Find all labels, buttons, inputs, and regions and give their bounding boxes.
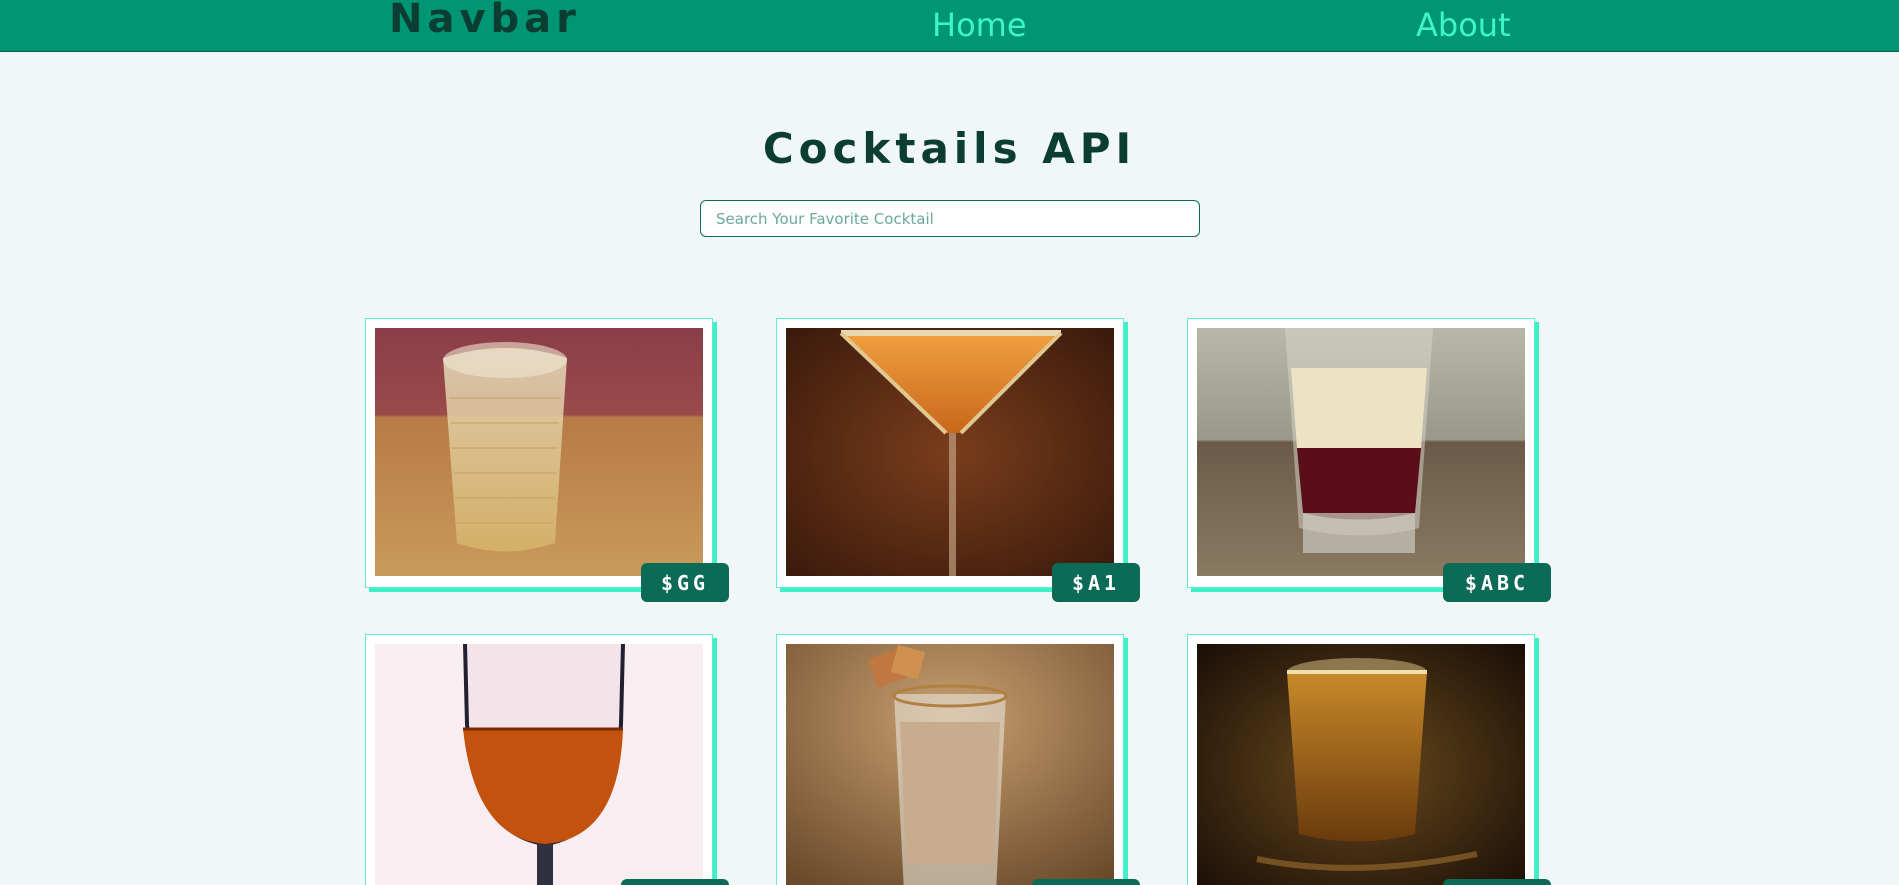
price-badge: $GG <box>641 563 729 602</box>
price-badge: $ABC <box>1443 563 1551 602</box>
nav-link-about[interactable]: About <box>1416 6 1511 44</box>
cocktail-card[interactable]: $A1 <box>776 318 1140 602</box>
cocktail-image[interactable] <box>1197 644 1525 885</box>
cocktail-card[interactable] <box>365 634 729 885</box>
price-badge: $A1 <box>1052 563 1140 602</box>
cocktail-image[interactable] <box>1197 328 1525 576</box>
price-badge <box>1443 879 1551 885</box>
page-title: Cocktails API <box>762 124 1137 173</box>
cocktail-card[interactable] <box>1187 634 1551 885</box>
nav-link-home[interactable]: Home <box>932 6 1027 44</box>
cocktail-image[interactable] <box>786 328 1114 576</box>
cocktail-image[interactable] <box>786 644 1114 885</box>
navbar-brand[interactable]: Navbar <box>389 0 581 42</box>
navbar: Navbar Home About <box>0 0 1899 52</box>
cocktail-card[interactable]: $GG <box>365 318 729 602</box>
cocktail-card[interactable]: $ABC <box>1187 318 1551 602</box>
price-badge <box>621 879 729 885</box>
cocktail-image[interactable] <box>375 644 703 885</box>
cocktail-card[interactable] <box>776 634 1140 885</box>
cocktail-image[interactable] <box>375 328 703 576</box>
search-input[interactable] <box>700 200 1200 237</box>
price-badge <box>1032 879 1140 885</box>
